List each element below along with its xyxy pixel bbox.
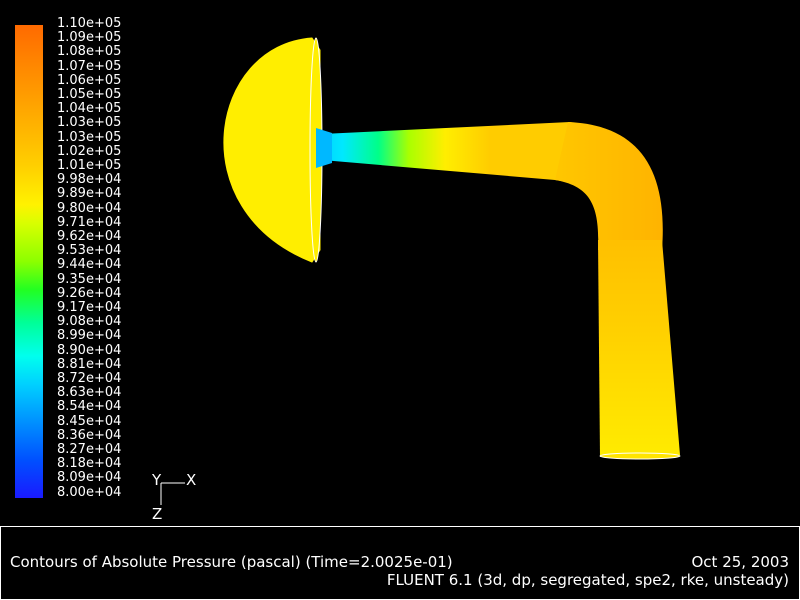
horizontal-pipe[interactable] bbox=[318, 122, 580, 184]
solver-info: FLUENT 6.1 (3d, dp, segregated, spe2, rk… bbox=[386, 571, 789, 589]
vertical-pipe[interactable] bbox=[598, 240, 680, 457]
throat-region bbox=[316, 128, 332, 168]
axis-x-label: X bbox=[186, 471, 197, 489]
info-panel: Contours of Absolute Pressure (pascal) (… bbox=[0, 526, 800, 600]
pipe-outlet bbox=[599, 452, 681, 460]
pipe-elbow[interactable] bbox=[555, 122, 663, 250]
plot-date: Oct 25, 2003 bbox=[691, 553, 790, 571]
axis-y-label: Y bbox=[152, 471, 162, 489]
dome-region[interactable] bbox=[223, 37, 321, 263]
axis-z-label: Z bbox=[152, 505, 163, 523]
graphics-viewport[interactable]: 1.10e+05 1.09e+05 1.08e+05 1.07e+05 1.06e+05… bbox=[0, 0, 800, 526]
contour-geometry[interactable] bbox=[0, 0, 800, 526]
plot-caption: Contours of Absolute Pressure (pascal) (… bbox=[10, 553, 453, 571]
